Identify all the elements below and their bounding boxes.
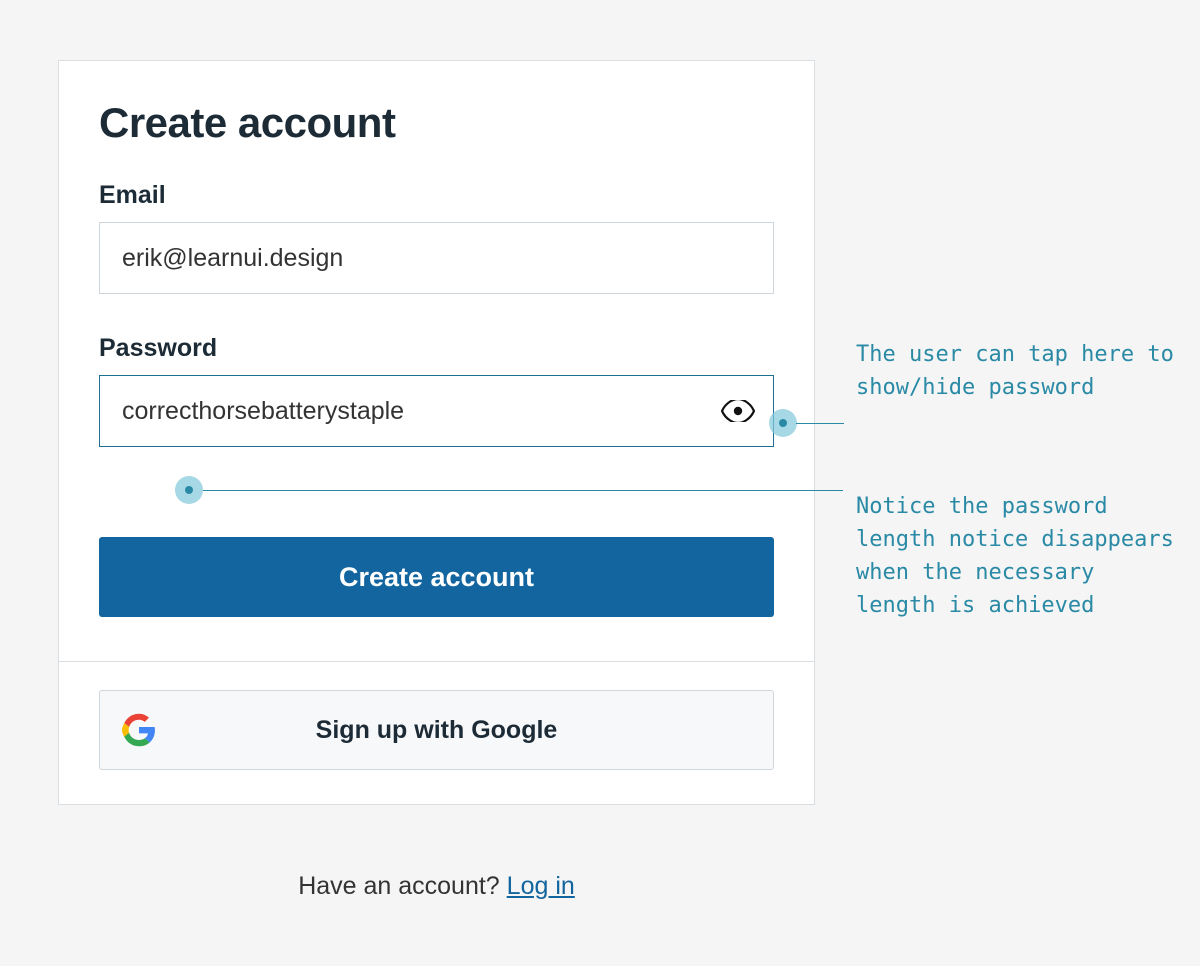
annotation-line xyxy=(203,490,843,491)
email-input-wrap xyxy=(99,222,774,294)
annotation-marker-icon xyxy=(175,476,203,504)
email-field[interactable] xyxy=(99,222,774,294)
password-field[interactable] xyxy=(99,375,774,447)
annotation-length-notice: Notice the password length notice disapp… xyxy=(856,490,1176,622)
google-button-label: Sign up with Google xyxy=(316,716,558,745)
google-icon xyxy=(122,713,156,747)
annotation-line xyxy=(796,423,844,424)
card-upper: Create account Email Password Create acc… xyxy=(59,61,814,662)
log-in-link[interactable]: Log in xyxy=(507,872,575,900)
footer-text: Have an account? Log in xyxy=(58,872,815,901)
eye-icon xyxy=(721,400,755,422)
footer-prompt: Have an account? xyxy=(298,872,506,900)
password-label: Password xyxy=(99,334,774,363)
sign-up-with-google-button[interactable]: Sign up with Google xyxy=(99,690,774,770)
annotation-show-hide: The user can tap here to show/hide passw… xyxy=(856,338,1176,404)
signup-card: Create account Email Password Create acc… xyxy=(58,60,815,805)
toggle-password-visibility-button[interactable] xyxy=(720,393,756,429)
create-account-button[interactable]: Create account xyxy=(99,537,774,617)
annotation-marker-icon xyxy=(769,409,797,437)
email-label: Email xyxy=(99,181,774,210)
card-lower: Sign up with Google xyxy=(59,662,814,804)
page-title: Create account xyxy=(99,99,774,147)
password-input-wrap xyxy=(99,375,774,447)
